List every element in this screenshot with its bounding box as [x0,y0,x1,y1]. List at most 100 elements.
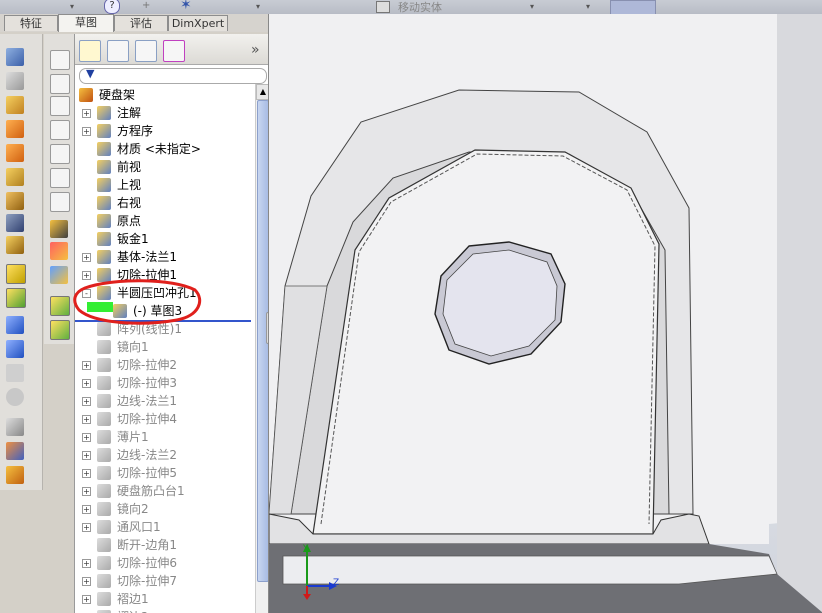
cube-back-icon[interactable] [50,74,70,94]
configuration-manager-tab-icon[interactable] [135,40,157,62]
expand-toggle-icon[interactable]: + [82,469,91,478]
convert-entities-icon[interactable] [6,264,26,284]
sheet-metal-model [269,14,822,613]
tree-item-label: 边线-法兰1 [117,394,177,408]
point-icon[interactable] [6,192,24,210]
add-dimension-icon[interactable] [50,242,68,260]
help-icon[interactable]: ? [104,0,120,14]
arc-icon[interactable] [6,144,24,162]
tree-item-label: 右视 [117,196,142,210]
tab-sketch[interactable]: 草图 [58,14,114,32]
tree-scrollbar[interactable]: ▲ [255,84,270,613]
layer-2-icon[interactable] [50,320,70,340]
fillet-icon[interactable] [6,214,24,232]
tree-item-label: 基体-法兰1 [117,250,177,264]
command-manager-tabs: 特征 草图 评估 DimXpert [0,14,270,32]
feature-icon [97,160,111,174]
feature-tree-tab-icon[interactable] [79,40,101,62]
tree-item-label: 断开-边角1 [117,538,177,552]
property-manager-tab-icon[interactable] [107,40,129,62]
expand-toggle-icon[interactable]: + [82,523,91,532]
quick-snap-icon[interactable] [6,388,24,406]
feature-icon [97,106,111,120]
sketch-icon[interactable] [6,48,24,66]
feature-icon [97,538,111,552]
feature-icon [97,502,111,516]
expand-panel-icon[interactable]: » [251,42,260,58]
tree-item-label: 前视 [117,160,142,174]
expand-toggle-icon[interactable]: + [82,559,91,568]
plus-icon[interactable]: + [142,0,150,11]
tree-item-label: 褶边1 [117,592,149,606]
feature-icon [97,430,111,444]
expand-toggle-icon[interactable]: + [82,487,91,496]
toolbar-dropdown-3[interactable]: ▾ [530,2,534,11]
offset-icon[interactable] [6,236,24,254]
tree-item-label: 切除-拉伸3 [117,376,177,390]
repair-sketch-icon[interactable] [6,364,24,382]
feature-icon [97,376,111,390]
tree-filter-input[interactable]: ▼ [79,67,267,84]
cube-bottom-icon[interactable] [50,168,70,188]
expand-toggle-icon[interactable]: + [82,433,91,442]
move-entity-icon[interactable] [376,1,390,13]
expand-toggle-icon[interactable]: + [82,595,91,604]
feature-icon [97,124,111,138]
cube-right-icon[interactable] [50,120,70,140]
layer-icon[interactable] [50,296,70,316]
toolbar-dropdown-1[interactable]: ▾ [70,2,74,11]
cube-top-icon[interactable] [50,144,70,164]
tab-evaluate[interactable]: 评估 [114,15,168,31]
move-entity-label[interactable]: 移动实体 [398,0,442,15]
tree-item-label: 镜向1 [117,340,149,354]
asterisk-icon[interactable]: ✶ [180,0,192,13]
dimxpert-manager-tab-icon[interactable] [163,40,185,62]
block-icon[interactable] [50,266,68,284]
part-icon [79,88,93,102]
expand-toggle-icon[interactable]: + [82,451,91,460]
line-icon[interactable] [6,96,24,114]
tree-item-label: 褶边2 [117,608,149,613]
instant-3d-icon[interactable] [6,442,24,460]
cube-front-icon[interactable] [50,50,70,70]
toolbar-active-button[interactable] [610,0,656,15]
feature-icon [97,412,111,426]
tree-item-label: 切除-拉伸7 [117,574,177,588]
tree-item-label: 通风口1 [117,520,161,534]
feature-manager-tabs: » [75,34,269,65]
toolbar-dropdown-4[interactable]: ▾ [586,2,590,11]
edit-sketch-icon[interactable] [50,220,68,238]
feature-icon [97,394,111,408]
feature-icon [97,466,111,480]
expand-toggle-icon[interactable]: + [82,577,91,586]
expand-toggle-icon[interactable]: + [82,379,91,388]
tree-item-label: 方程序 [117,124,154,138]
expand-toggle-icon[interactable]: + [82,109,91,118]
pattern-icon[interactable] [6,466,24,484]
feature-icon [97,250,111,264]
expand-toggle-icon[interactable]: + [82,253,91,262]
rapid-sketch-icon[interactable] [6,418,24,436]
smart-dimension-icon[interactable] [6,72,24,90]
rectangle-icon[interactable] [6,120,24,138]
tree-item-label: 切除-拉伸6 [117,556,177,570]
toolbar-dropdown-2[interactable]: ▾ [256,2,260,11]
spline-icon[interactable] [6,168,24,186]
cube-iso-icon[interactable] [50,192,70,212]
feature-icon [97,484,111,498]
expand-toggle-icon[interactable]: + [82,127,91,136]
triad-x-arrow [303,594,311,600]
trim-icon[interactable] [6,288,26,308]
expand-toggle-icon[interactable]: + [82,397,91,406]
tab-dimxpert[interactable]: DimXpert [168,15,228,31]
feature-icon [97,340,111,354]
feature-tree: 硬盘架 + 注解 + 方程序 材质 <未指定> 前视 上视 右视 原点 钣金1 + 基体-法兰1 + 切除… [75,84,255,613]
graphics-viewport[interactable]: 🔍︎ ⊕ ↶ ▾ ▾ ∞ ▾ ▾ ▾ [268,14,822,613]
expand-toggle-icon[interactable]: + [82,361,91,370]
tab-features[interactable]: 特征 [4,15,58,31]
add-relation-icon[interactable] [6,316,24,334]
expand-toggle-icon[interactable]: + [82,505,91,514]
display-relations-icon[interactable] [6,340,24,358]
cube-left-icon[interactable] [50,96,70,116]
expand-toggle-icon[interactable]: + [82,415,91,424]
